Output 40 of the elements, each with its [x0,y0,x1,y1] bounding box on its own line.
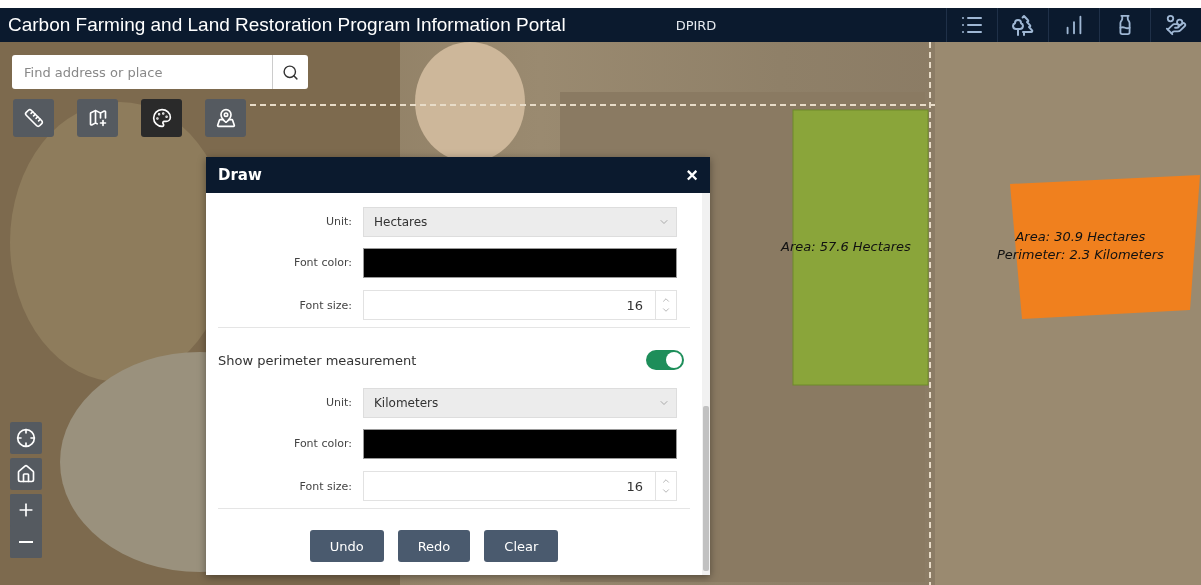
unit-select[interactable]: Kilometers [363,387,677,418]
crosshair-icon [16,428,36,448]
toggle-switch[interactable] [646,350,684,370]
ruler-tool-button[interactable] [13,99,54,137]
palette-icon [151,108,172,128]
dialog-button[interactable]: Clear [484,530,559,562]
map-plus-icon [87,108,108,128]
ruler-icon [23,108,44,128]
home-icon [16,464,36,484]
map-pin-tool-button[interactable] [205,99,246,137]
minus-icon [19,541,33,543]
map-pin-icon [215,108,236,128]
polygon-measurement-label: Area: 30.9 Hectares Perimeter: 2.3 Kilometers [997,228,1164,264]
dialog-button[interactable]: Redo [397,530,471,562]
field-label: Font size: [298,479,353,493]
field-label: Font color: [292,256,353,269]
toggle-label: Show perimeter measurement [218,352,417,368]
close-button[interactable]: × [686,163,698,187]
dialog-button[interactable]: Undo [309,530,384,562]
number-field[interactable]: 16 [363,290,677,320]
field-label: Font color: [292,437,353,450]
search-icon [282,63,299,81]
color-swatch[interactable] [363,428,677,459]
scrollbar[interactable] [702,193,710,575]
field-label: Unit: [324,215,353,228]
locate-button[interactable] [10,422,42,454]
dialog-title: Draw [218,166,262,184]
area-label: Area: 57.6 Hectares [781,238,911,256]
portal-title: Carbon Farming and Land Restoration Program Information Portal [8,14,566,36]
search-button[interactable] [272,55,308,89]
number-field[interactable]: 16 [363,471,677,501]
search-field[interactable]: Find address or place [12,55,272,89]
agency-label: DPIRD [675,17,718,33]
color-swatch[interactable] [363,247,677,278]
unit-select[interactable]: Hectares [363,206,677,237]
map-plus-tool-button[interactable] [77,99,118,137]
field-label: Unit: [324,396,353,409]
palette-tool-button[interactable] [141,99,182,137]
field-label: Font size: [298,298,353,312]
home-button[interactable] [10,458,42,490]
